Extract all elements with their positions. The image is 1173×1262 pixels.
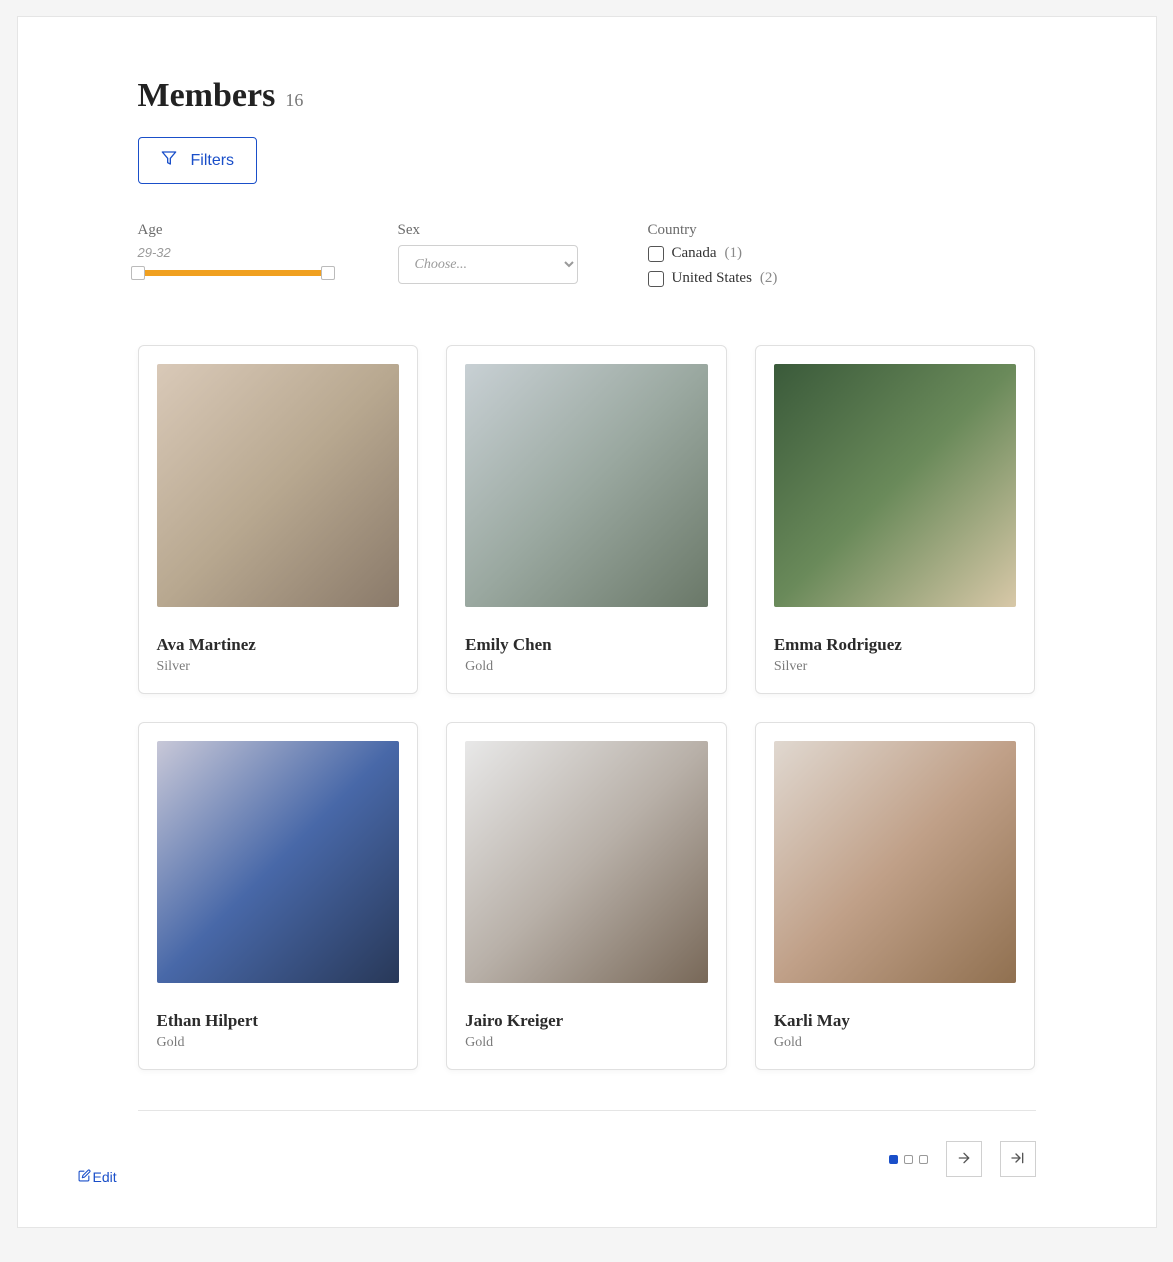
member-name: Emma Rodriguez	[774, 635, 1017, 655]
member-tier: Gold	[465, 1035, 708, 1051]
member-photo	[465, 741, 708, 984]
member-tier: Gold	[157, 1035, 400, 1051]
member-photo	[157, 364, 400, 607]
page-dot[interactable]	[889, 1155, 898, 1164]
member-card[interactable]: Karli May Gold	[755, 722, 1036, 1071]
member-name: Ethan Hilpert	[157, 1011, 400, 1031]
member-name: Jairo Kreiger	[465, 1011, 708, 1031]
member-photo	[465, 364, 708, 607]
age-slider-handle-min[interactable]	[131, 266, 145, 280]
member-card[interactable]: Jairo Kreiger Gold	[446, 722, 727, 1071]
country-label: Country	[648, 222, 778, 239]
member-card[interactable]: Ethan Hilpert Gold	[138, 722, 419, 1071]
arrow-right-icon	[956, 1150, 972, 1169]
filter-icon	[161, 150, 177, 171]
pagination-dots	[889, 1155, 928, 1164]
footer-divider	[138, 1110, 1036, 1111]
page-title: Members	[138, 77, 276, 115]
sex-select[interactable]: Choose...	[398, 245, 578, 284]
members-count: 16	[285, 90, 303, 111]
checkbox-icon	[648, 246, 664, 262]
edit-icon	[78, 1169, 91, 1185]
country-name: United States	[672, 270, 752, 287]
arrow-end-icon	[1010, 1150, 1026, 1169]
edit-link-label: Edit	[93, 1169, 117, 1185]
next-page-button[interactable]	[946, 1141, 982, 1177]
member-name: Emily Chen	[465, 635, 708, 655]
member-card[interactable]: Emily Chen Gold	[446, 345, 727, 694]
filters-button-label: Filters	[191, 152, 235, 170]
last-page-button[interactable]	[1000, 1141, 1036, 1177]
member-card[interactable]: Ava Martinez Silver	[138, 345, 419, 694]
country-option[interactable]: United States (2)	[648, 270, 778, 287]
country-count: (2)	[760, 270, 778, 287]
member-card[interactable]: Emma Rodriguez Silver	[755, 345, 1036, 694]
country-option[interactable]: Canada (1)	[648, 245, 778, 262]
member-tier: Silver	[157, 659, 400, 675]
member-photo	[774, 741, 1017, 984]
country-filter: Country Canada (1) United States (2)	[648, 222, 778, 295]
member-name: Karli May	[774, 1011, 1017, 1031]
age-filter: Age 29-32	[138, 222, 328, 295]
age-label: Age	[138, 222, 328, 239]
member-photo	[774, 364, 1017, 607]
edit-link[interactable]: Edit	[78, 1169, 117, 1185]
member-tier: Silver	[774, 659, 1017, 675]
page-dot[interactable]	[904, 1155, 913, 1164]
filters-button[interactable]: Filters	[138, 137, 258, 184]
member-name: Ava Martinez	[157, 635, 400, 655]
member-tier: Gold	[465, 659, 708, 675]
member-tier: Gold	[774, 1035, 1017, 1051]
age-range-value: 29-32	[138, 245, 328, 260]
page-dot[interactable]	[919, 1155, 928, 1164]
country-name: Canada	[672, 245, 717, 262]
age-slider[interactable]	[138, 270, 328, 276]
sex-label: Sex	[398, 222, 578, 239]
country-count: (1)	[724, 245, 742, 262]
member-photo	[157, 741, 400, 984]
age-slider-handle-max[interactable]	[321, 266, 335, 280]
sex-filter: Sex Choose...	[398, 222, 578, 295]
checkbox-icon	[648, 271, 664, 287]
